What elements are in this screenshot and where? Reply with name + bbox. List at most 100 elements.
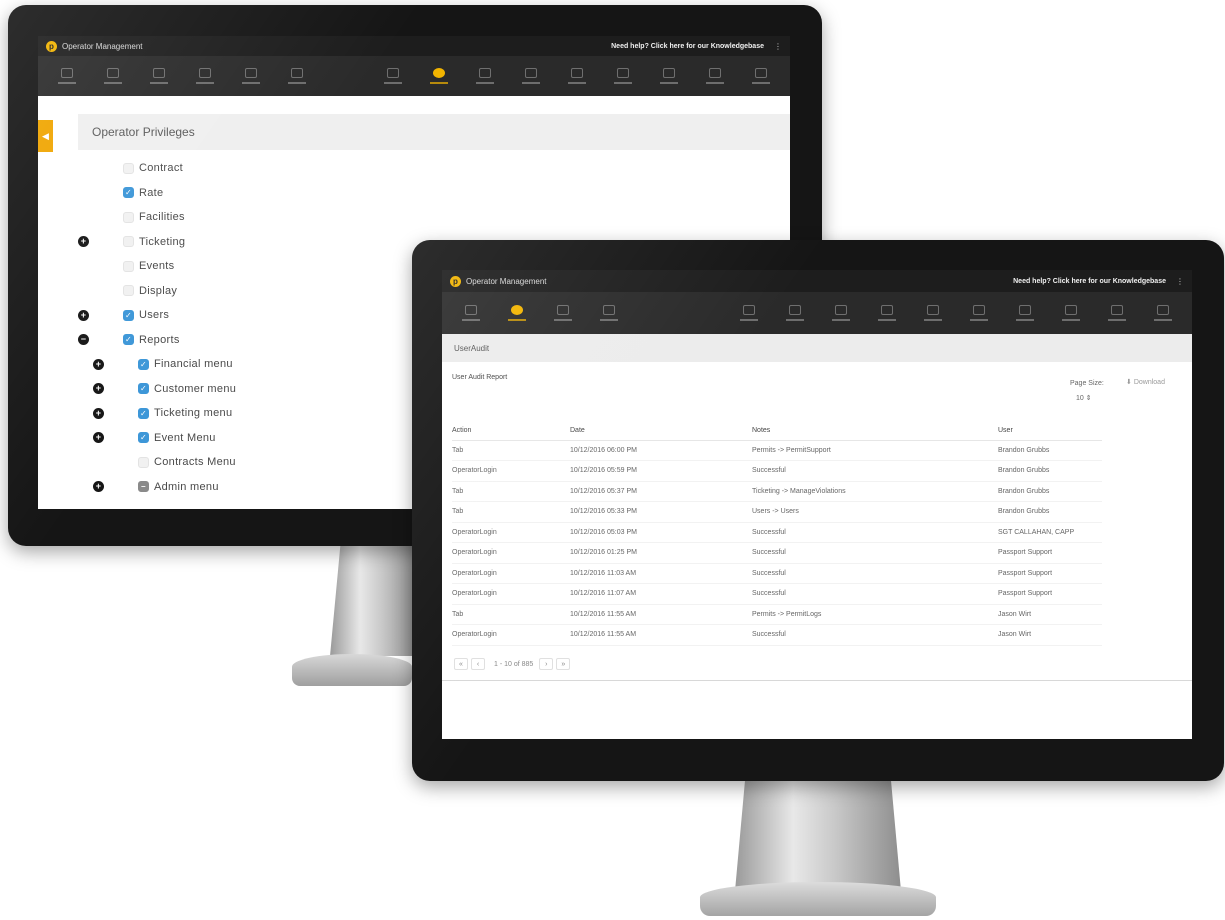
nav-item[interactable]	[508, 56, 554, 96]
help-link[interactable]: Need help? Click here for our Knowledgeb…	[611, 43, 764, 50]
nav-icon	[153, 68, 165, 78]
privilege-label: Display	[139, 284, 178, 297]
table-cell: 10/12/2016 06:00 PM	[570, 440, 752, 461]
more-menu-icon[interactable]: ⋮	[774, 42, 782, 51]
nav-item[interactable]	[586, 293, 632, 333]
nav-item[interactable]	[462, 56, 508, 96]
nav-item[interactable]	[370, 56, 416, 96]
nav-item[interactable]	[416, 56, 462, 96]
nav-label	[476, 82, 494, 84]
privileges-tree: Contract ✓ Rate Facilities + Ticketing Events D…	[78, 156, 236, 499]
privilege-item[interactable]: ✓ Rate	[78, 181, 236, 206]
column-header[interactable]: User	[998, 422, 1102, 441]
privilege-item[interactable]: + ✓ Financial menu	[78, 352, 236, 377]
nav-item[interactable]	[44, 56, 90, 96]
privilege-item[interactable]: Contract	[78, 156, 236, 181]
nav-item[interactable]	[136, 56, 182, 96]
privilege-checkbox[interactable]: ✓	[123, 187, 134, 199]
nav-item[interactable]	[646, 56, 692, 96]
expand-icon[interactable]: +	[93, 481, 104, 493]
more-menu-icon[interactable]: ⋮	[1176, 277, 1184, 286]
expand-icon[interactable]: +	[93, 383, 104, 395]
nav-item[interactable]	[600, 56, 646, 96]
privilege-checkbox[interactable]	[123, 260, 134, 272]
table-cell: OperatorLogin	[452, 583, 570, 605]
privilege-item[interactable]: + ✓ Event Menu	[78, 426, 236, 451]
privilege-checkbox[interactable]	[123, 162, 134, 174]
privilege-label: Financial menu	[154, 358, 233, 371]
privilege-item[interactable]: − ✓ Reports	[78, 328, 236, 353]
nav-item[interactable]	[772, 293, 818, 333]
privilege-item[interactable]: + ✓ Customer menu	[78, 377, 236, 402]
nav-item[interactable]	[738, 56, 784, 96]
nav-item[interactable]	[90, 56, 136, 96]
nav-item[interactable]	[1048, 293, 1094, 333]
privilege-label: Ticketing	[139, 235, 186, 248]
nav-item[interactable]	[818, 293, 864, 333]
nav-item[interactable]	[692, 56, 738, 96]
help-link[interactable]: Need help? Click here for our Knowledgeb…	[1013, 278, 1166, 285]
privilege-item[interactable]: + Ticketing	[78, 230, 236, 255]
next-page-button[interactable]: ›	[539, 658, 554, 670]
nav-item[interactable]	[494, 293, 540, 333]
nav-icon	[199, 68, 211, 78]
collapse-arrow-icon[interactable]: ◀	[38, 120, 53, 152]
nav-item[interactable]	[274, 56, 320, 96]
nav-item[interactable]	[956, 293, 1002, 333]
nav-item[interactable]	[182, 56, 228, 96]
last-page-button[interactable]: »	[556, 658, 571, 670]
collapse-icon[interactable]: −	[78, 334, 89, 346]
privilege-item[interactable]: + ✓ Ticketing menu	[78, 401, 236, 426]
column-header[interactable]: Date	[570, 422, 752, 441]
nav-icon	[617, 68, 629, 78]
column-header[interactable]: Notes	[752, 422, 998, 441]
privilege-item[interactable]: + ✓ Users	[78, 303, 236, 328]
table-cell: OperatorLogin	[452, 624, 570, 646]
nav-item[interactable]	[864, 293, 910, 333]
privilege-item[interactable]: Events	[78, 254, 236, 279]
privilege-checkbox[interactable]: –	[138, 481, 149, 493]
privilege-checkbox[interactable]	[123, 211, 134, 223]
privilege-checkbox[interactable]: ✓	[123, 334, 134, 346]
privilege-item[interactable]: Facilities	[78, 205, 236, 230]
download-button[interactable]: ⬇ Download	[1126, 378, 1165, 386]
first-page-button[interactable]: «	[454, 658, 468, 670]
privilege-label: Events	[139, 260, 175, 273]
expand-icon[interactable]: +	[93, 407, 104, 419]
nav-item[interactable]	[448, 293, 494, 333]
nav-item[interactable]	[910, 293, 956, 333]
audit-body: UserAudit User Audit Report Page Size: 1…	[442, 334, 1192, 739]
privilege-item[interactable]: + – Admin menu	[78, 475, 236, 500]
privilege-checkbox[interactable]: ✓	[138, 358, 149, 370]
nav-item[interactable]	[228, 56, 274, 96]
privilege-checkbox[interactable]: ✓	[138, 407, 149, 419]
privilege-checkbox[interactable]: ✓	[138, 432, 149, 444]
expand-icon[interactable]: +	[93, 432, 104, 444]
privilege-item[interactable]: Display	[78, 279, 236, 304]
table-cell: 10/12/2016 05:03 PM	[570, 522, 752, 543]
nav-item[interactable]	[726, 293, 772, 333]
privilege-checkbox[interactable]	[123, 285, 134, 297]
privilege-checkbox[interactable]	[138, 456, 149, 468]
privilege-checkbox[interactable]	[123, 236, 134, 248]
expand-icon[interactable]: +	[93, 358, 104, 370]
nav-item[interactable]	[540, 293, 586, 333]
table-cell: Passport Support	[998, 563, 1102, 584]
privilege-checkbox[interactable]: ✓	[138, 383, 149, 395]
nav-label	[104, 82, 122, 84]
nav-item[interactable]	[1094, 293, 1140, 333]
prev-page-button[interactable]: ‹	[471, 658, 485, 670]
privilege-item[interactable]: Contracts Menu	[78, 450, 236, 475]
column-header[interactable]: Action	[452, 422, 570, 441]
table-cell: Ticketing -> ManageViolations	[752, 481, 998, 502]
nav-item[interactable]	[554, 56, 600, 96]
nav-item[interactable]	[1140, 293, 1186, 333]
nav-item[interactable]	[1002, 293, 1048, 333]
privilege-checkbox[interactable]: ✓	[123, 309, 134, 321]
expand-icon[interactable]: +	[78, 309, 89, 321]
nav-label	[832, 319, 850, 321]
expand-icon[interactable]: +	[78, 236, 89, 248]
page-size-select[interactable]: 10 ⇕	[1076, 394, 1092, 402]
table-cell: Brandon Grubbs	[998, 440, 1102, 461]
nav-label	[1154, 319, 1172, 321]
